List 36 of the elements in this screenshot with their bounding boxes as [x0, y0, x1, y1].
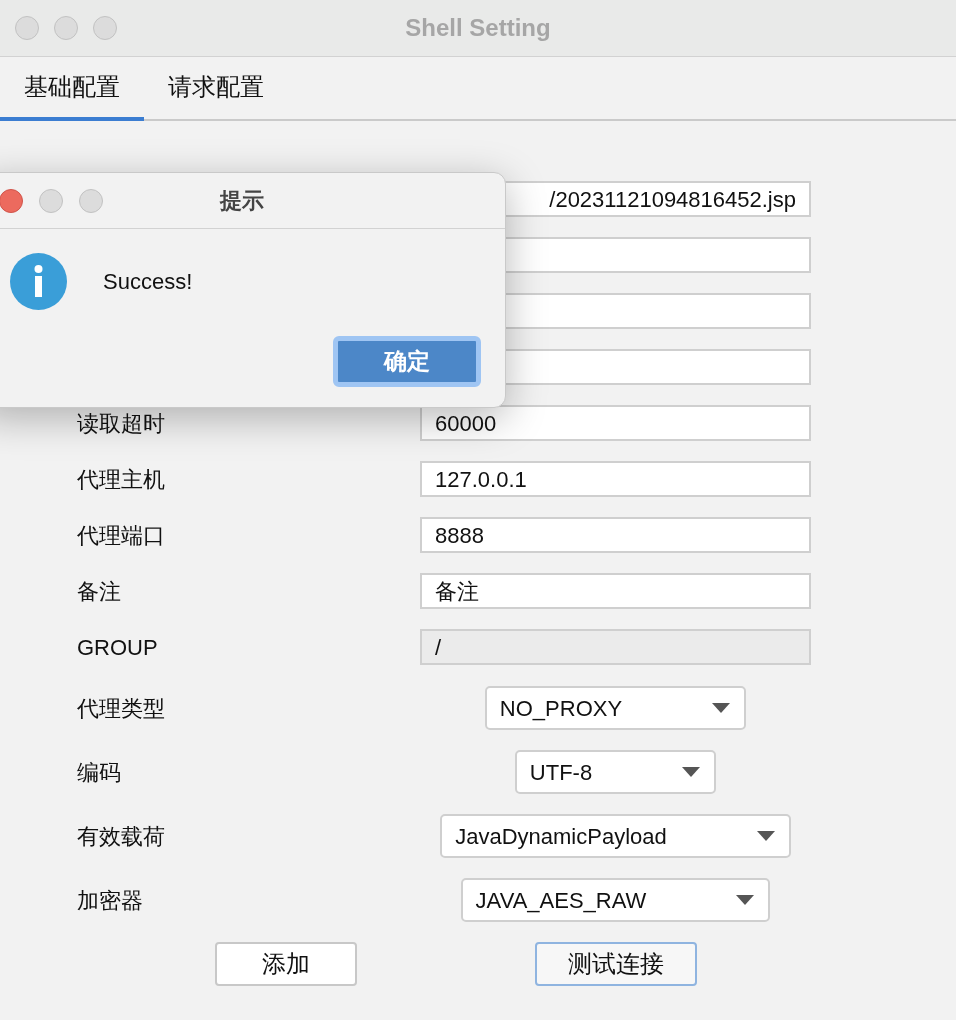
button[interactable]: 添加: [215, 942, 357, 986]
input-field[interactable]: 8888: [420, 517, 811, 553]
zoom-button[interactable]: [79, 188, 103, 213]
caret-icon: [736, 895, 755, 905]
input-field[interactable]: 127.0.0.1: [420, 461, 811, 497]
input-field[interactable]: 备注: [420, 573, 811, 609]
dialog-title: 提示: [220, 187, 264, 215]
input-field[interactable]: 60000: [420, 405, 811, 441]
close-button[interactable]: [15, 16, 39, 40]
field-label: 代理类型: [76, 694, 165, 723]
dropdown[interactable]: JAVA_AES_RAW: [460, 878, 771, 922]
caret-icon: [712, 703, 731, 713]
caret-icon: [682, 767, 701, 777]
field-label: 备注: [76, 577, 121, 606]
field-label: 编码: [76, 758, 121, 787]
minimize-button[interactable]: [39, 188, 63, 213]
message-text: Success!: [103, 268, 193, 296]
button[interactable]: 测试连接: [535, 942, 697, 986]
dropdown[interactable]: UTF-8: [514, 750, 717, 794]
field-label: 有效载荷: [76, 822, 165, 851]
caret-icon: [756, 831, 775, 841]
field-label: 代理端口: [76, 521, 165, 550]
field-label: GROUP: [76, 633, 158, 662]
dropdown[interactable]: JavaDynamicPayload: [440, 814, 791, 858]
field-label: 代理主机: [76, 465, 165, 494]
minimize-button[interactable]: [54, 16, 78, 40]
close-button[interactable]: [0, 188, 23, 213]
info-icon: [10, 253, 67, 310]
tab[interactable]: 请求配置: [144, 57, 288, 121]
zoom-button[interactable]: [93, 16, 117, 40]
field-label: 读取超时: [76, 409, 165, 438]
dropdown[interactable]: NO_PROXY: [484, 686, 747, 730]
ok-button[interactable]: 确定: [333, 336, 481, 387]
tab[interactable]: 基础配置: [0, 57, 144, 121]
field-label: 加密器: [76, 886, 143, 915]
window-title: Shell Setting: [405, 13, 551, 43]
